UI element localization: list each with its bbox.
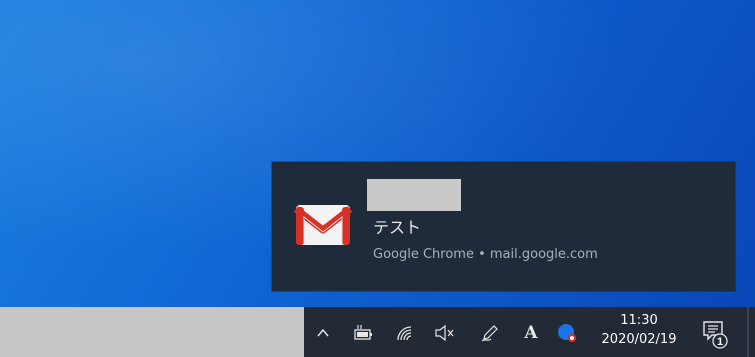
clock-date: 2020/02/19 xyxy=(601,332,677,347)
chevron-up-icon[interactable] xyxy=(312,322,334,344)
toast-notification[interactable]: テスト Google Chrome • mail.google.com xyxy=(272,162,735,291)
show-desktop-button[interactable] xyxy=(747,307,749,357)
taskbar-clock[interactable]: 11:30 2020/02/19 xyxy=(584,311,694,349)
pen-icon[interactable] xyxy=(479,322,501,344)
battery-icon[interactable] xyxy=(352,322,374,344)
ime-icon[interactable]: A xyxy=(520,322,542,344)
clock-time: 11:30 xyxy=(620,313,658,328)
wifi-icon[interactable] xyxy=(394,322,416,344)
notification-title: テスト xyxy=(373,218,422,237)
redacted-sender xyxy=(367,179,461,211)
volume-muted-icon[interactable] xyxy=(434,322,456,344)
notification-source: Google Chrome • mail.google.com xyxy=(373,247,598,262)
notification-count-badge: 1 xyxy=(717,336,723,348)
action-center-button[interactable]: 1 xyxy=(700,318,730,350)
browser-profile-icon[interactable] xyxy=(556,322,578,344)
gmail-icon xyxy=(293,200,353,248)
